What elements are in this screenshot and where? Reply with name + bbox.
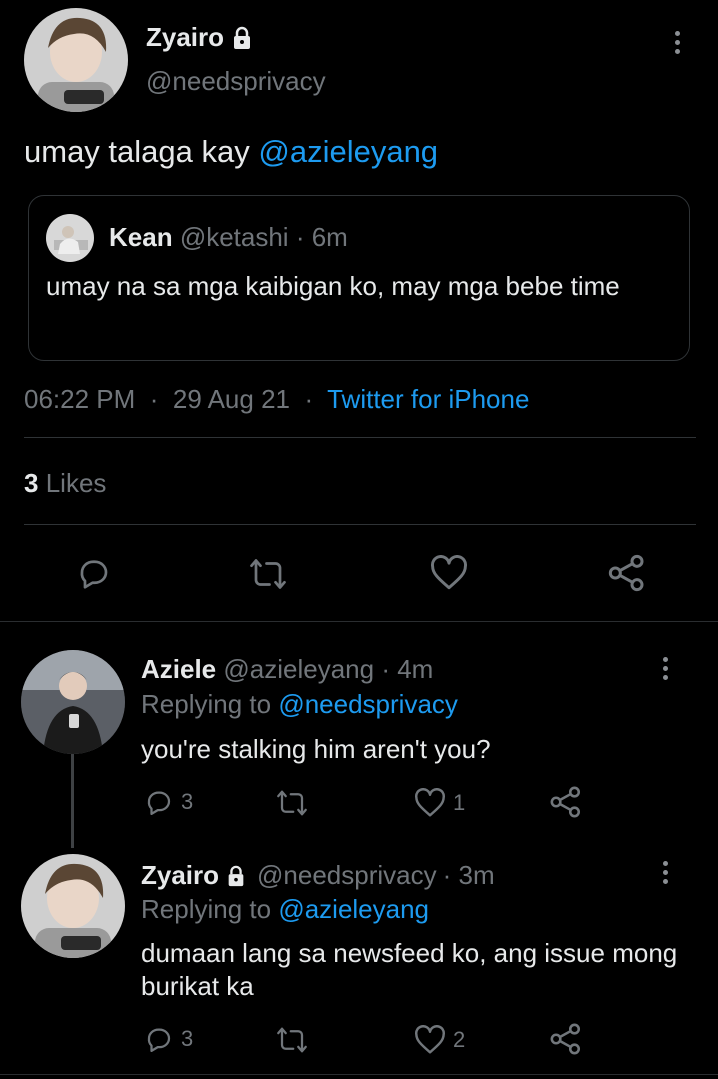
reply-author-handle[interactable]: @azieleyang bbox=[223, 654, 374, 684]
share-button[interactable] bbox=[549, 785, 583, 819]
quoted-author-name: Kean bbox=[109, 222, 173, 252]
avatar-image bbox=[21, 854, 125, 958]
reply-author-name[interactable]: Aziele bbox=[141, 654, 216, 684]
meta-dot-1: · bbox=[142, 384, 166, 414]
quoted-time: · 6m bbox=[295, 222, 348, 252]
tweet-date: 29 Aug 21 bbox=[172, 384, 290, 414]
replying-to-handle[interactable]: @needsprivacy bbox=[278, 689, 458, 719]
like-icon bbox=[415, 788, 445, 817]
like-button[interactable] bbox=[429, 555, 469, 591]
avatar[interactable] bbox=[24, 8, 128, 112]
likes-label: Likes bbox=[45, 468, 107, 498]
retweet-button[interactable] bbox=[248, 556, 288, 592]
tweet-meta: 06:22 PM · 29 Aug 21 · Twitter for iPhon… bbox=[24, 384, 529, 415]
share-icon bbox=[550, 1023, 581, 1055]
tweet-text-body: umay talaga kay bbox=[24, 134, 259, 169]
quoted-tweet[interactable]: Kean @ketashi · 6m umay na sa mga kaibig… bbox=[28, 195, 690, 361]
tweet-time: 06:22 PM bbox=[24, 384, 136, 414]
like-button[interactable]: 2 bbox=[413, 1025, 465, 1055]
like-icon bbox=[431, 555, 467, 590]
lock-icon bbox=[225, 865, 247, 887]
retweet-button[interactable] bbox=[275, 1025, 309, 1055]
like-count: 2 bbox=[453, 1027, 466, 1052]
retweet-button[interactable] bbox=[275, 788, 309, 818]
divider bbox=[24, 437, 696, 438]
reply-icon bbox=[147, 1028, 171, 1052]
reply-time: · 3m bbox=[442, 860, 495, 890]
tweet-text: umay talaga kay @azieleyang bbox=[24, 134, 438, 170]
share-button[interactable] bbox=[549, 1022, 583, 1056]
reply-button[interactable] bbox=[75, 555, 113, 591]
reply-time: · 4m bbox=[381, 654, 434, 684]
avatar[interactable] bbox=[21, 650, 125, 754]
likes-count: 3 bbox=[24, 468, 39, 498]
share-icon bbox=[608, 554, 644, 592]
share-button[interactable] bbox=[607, 553, 647, 593]
more-icon[interactable] bbox=[663, 657, 669, 684]
like-icon bbox=[415, 1025, 445, 1054]
more-icon[interactable] bbox=[663, 861, 669, 888]
reply-icon bbox=[147, 791, 171, 815]
mention-link[interactable]: @azieleyang bbox=[258, 134, 438, 169]
reply-button[interactable]: 3 bbox=[143, 1024, 193, 1054]
likes-summary[interactable]: 3 Likes bbox=[24, 468, 106, 499]
section-divider bbox=[0, 621, 718, 622]
section-divider bbox=[0, 1074, 718, 1075]
retweet-icon bbox=[277, 1027, 307, 1053]
quoted-author-handle: @ketashi bbox=[179, 222, 289, 252]
retweet-icon bbox=[277, 790, 307, 816]
avatar[interactable] bbox=[21, 854, 125, 958]
author-handle[interactable]: @needsprivacy bbox=[146, 66, 326, 97]
reply-count: 3 bbox=[181, 1026, 194, 1051]
reply-button[interactable]: 3 bbox=[143, 787, 193, 817]
avatar-image bbox=[21, 650, 125, 754]
reply-author-name[interactable]: Zyairo bbox=[141, 860, 219, 891]
replying-to-label: Replying to bbox=[141, 689, 272, 719]
reply-text: you're stalking him aren't you? bbox=[141, 734, 491, 764]
quoted-avatar bbox=[46, 214, 94, 262]
divider bbox=[24, 524, 696, 525]
share-icon bbox=[550, 786, 581, 818]
meta-dot-2: · bbox=[297, 384, 321, 414]
reply-author-handle[interactable]: @needsprivacy bbox=[257, 860, 437, 891]
avatar-image bbox=[24, 8, 128, 112]
tweet-source[interactable]: Twitter for iPhone bbox=[327, 384, 529, 414]
like-button[interactable]: 1 bbox=[413, 788, 465, 818]
retweet-icon bbox=[250, 559, 286, 589]
reply-count: 3 bbox=[181, 789, 194, 814]
thread-line bbox=[71, 752, 74, 848]
replying-to-handle[interactable]: @azieleyang bbox=[278, 894, 429, 924]
replying-to-label: Replying to bbox=[141, 894, 272, 924]
lock-icon bbox=[230, 26, 254, 50]
author-name[interactable]: Zyairo bbox=[146, 22, 224, 53]
like-count: 1 bbox=[453, 790, 466, 815]
reply-icon bbox=[80, 560, 108, 589]
more-icon[interactable] bbox=[675, 31, 681, 58]
quoted-text: umay na sa mga kaibigan ko, may mga bebe… bbox=[46, 271, 620, 301]
reply-text: dumaan lang sa newsfeed ko, ang issue mo… bbox=[141, 938, 678, 1001]
